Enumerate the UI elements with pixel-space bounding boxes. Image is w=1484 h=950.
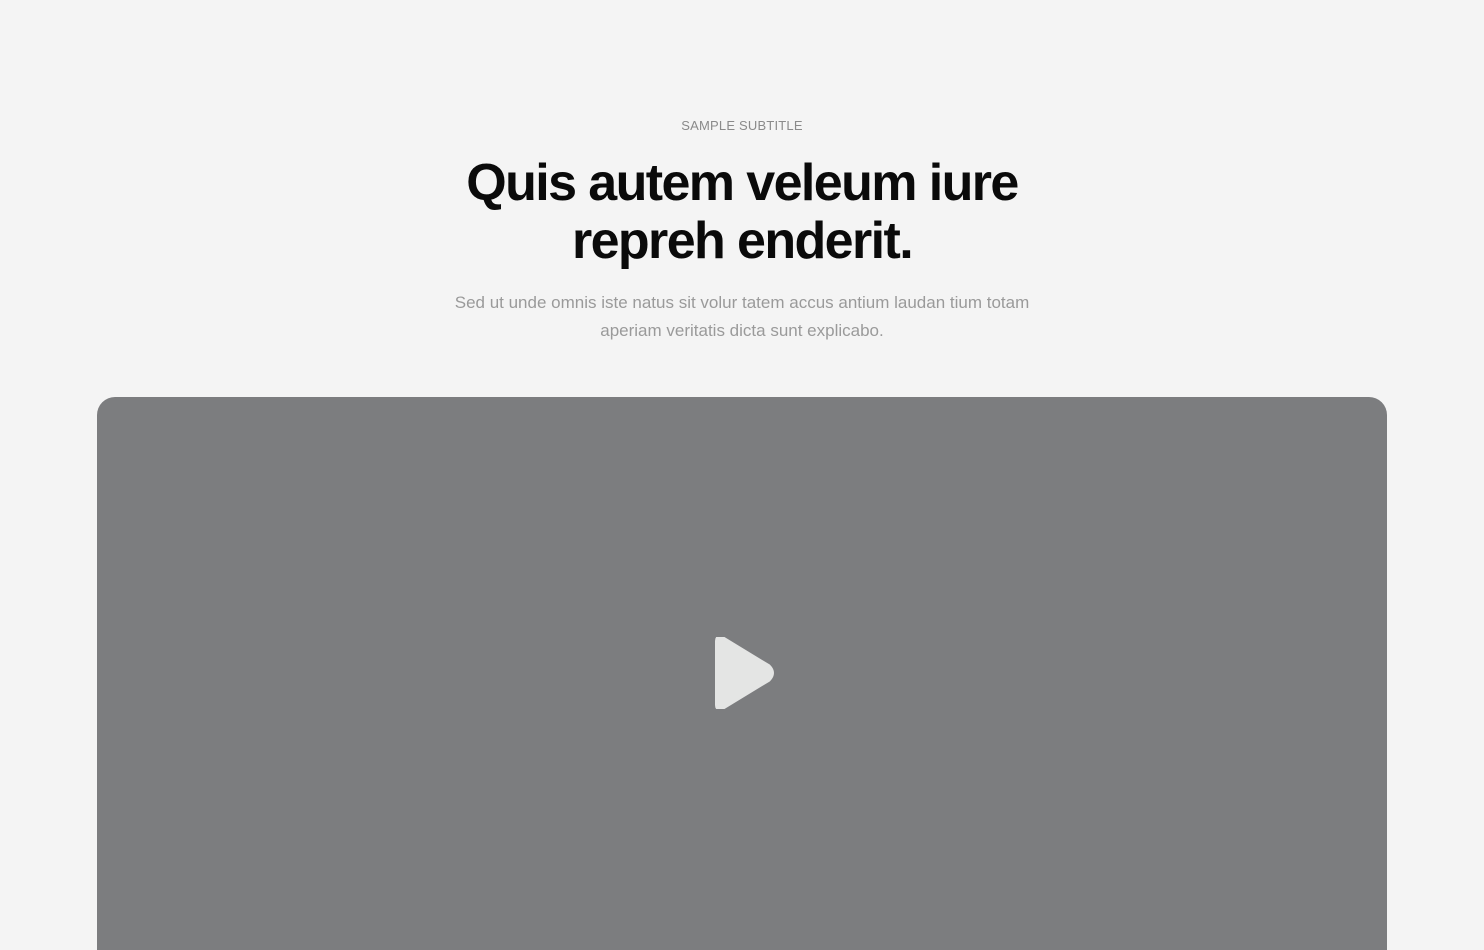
section-subtitle: SAMPLE SUBTITLE xyxy=(681,118,803,133)
video-section: SAMPLE SUBTITLE Quis autem veleum iure r… xyxy=(0,0,1484,950)
video-player[interactable] xyxy=(97,397,1387,950)
play-icon[interactable] xyxy=(708,637,774,709)
section-title: Quis autem veleum iure repreh enderit. xyxy=(466,154,1019,270)
section-description: Sed ut unde omnis iste natus sit volur t… xyxy=(454,293,1030,340)
